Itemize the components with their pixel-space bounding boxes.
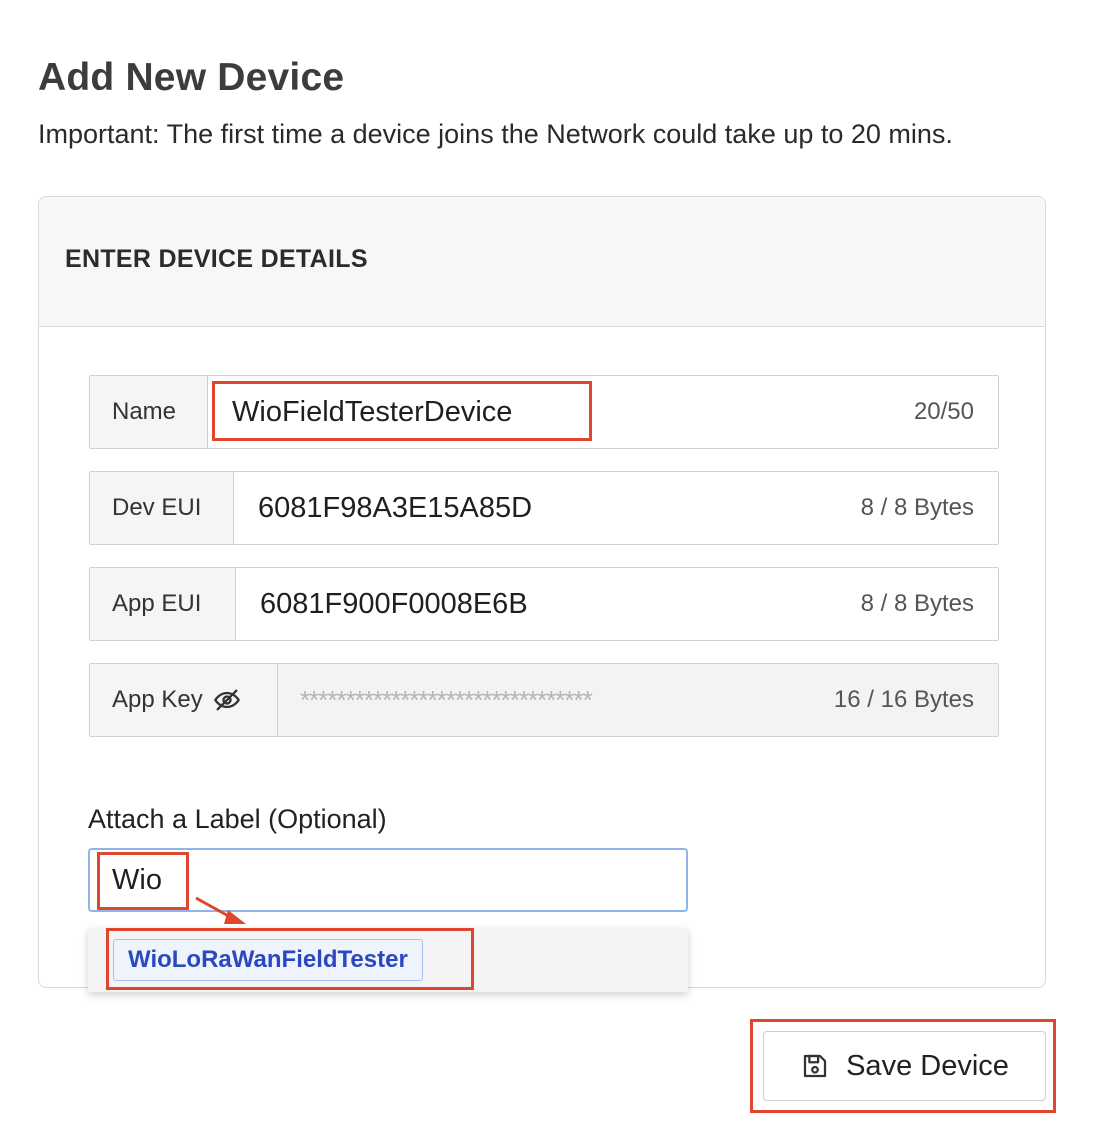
panel-header: ENTER DEVICE DETAILS: [39, 197, 1045, 327]
label-section-heading: Attach a Label (Optional): [88, 804, 387, 834]
app-key-label-cell: App Key: [90, 664, 278, 736]
panel-header-title: ENTER DEVICE DETAILS: [65, 245, 368, 273]
name-field[interactable]: Name WioFieldTesterDevice 20/50: [89, 375, 999, 449]
dev-eui-input[interactable]: 6081F98A3E15A85D: [234, 492, 861, 525]
app-eui-byte-counter: 8 / 8 Bytes: [860, 590, 974, 617]
app-eui-label: App EUI: [90, 568, 236, 640]
notice-strong: Important:: [38, 119, 160, 149]
app-key-value-cell: ******************************** 16 / 16…: [278, 664, 998, 736]
save-device-button[interactable]: Save Device: [763, 1031, 1046, 1101]
app-eui-field[interactable]: App EUI 6081F900F0008E6B 8 / 8 Bytes: [89, 567, 999, 641]
join-time-notice: Important: The first time a device joins…: [38, 119, 953, 150]
label-suggestion-dropdown: WioLoRaWanFieldTester: [88, 928, 688, 992]
save-button-label: Save Device: [846, 1049, 1009, 1082]
name-char-counter: 20/50: [913, 398, 974, 425]
label-search-input[interactable]: Wio: [88, 848, 688, 912]
page-title: Add New Device: [38, 56, 345, 99]
app-key-field[interactable]: App Key ********************************…: [89, 663, 999, 737]
dev-eui-field[interactable]: Dev EUI 6081F98A3E15A85D 8 / 8 Bytes: [89, 471, 999, 545]
name-label: Name: [90, 376, 208, 448]
eye-slash-icon[interactable]: [213, 686, 241, 714]
dev-eui-label: Dev EUI: [90, 472, 234, 544]
floppy-disk-icon: [803, 1054, 827, 1078]
dev-eui-byte-counter: 8 / 8 Bytes: [860, 494, 974, 521]
name-input[interactable]: WioFieldTesterDevice: [208, 396, 914, 429]
label-input-value: Wio: [112, 863, 162, 896]
label-suggestion-chip[interactable]: WioLoRaWanFieldTester: [113, 939, 423, 981]
app-key-label: App Key: [112, 686, 203, 713]
pointer-arrow-icon: [195, 896, 246, 924]
app-key-input[interactable]: ********************************: [278, 685, 834, 716]
app-key-byte-counter: 16 / 16 Bytes: [833, 686, 974, 713]
notice-text: The first time a device joins the Networ…: [159, 119, 953, 149]
app-eui-input[interactable]: 6081F900F0008E6B: [236, 588, 861, 621]
